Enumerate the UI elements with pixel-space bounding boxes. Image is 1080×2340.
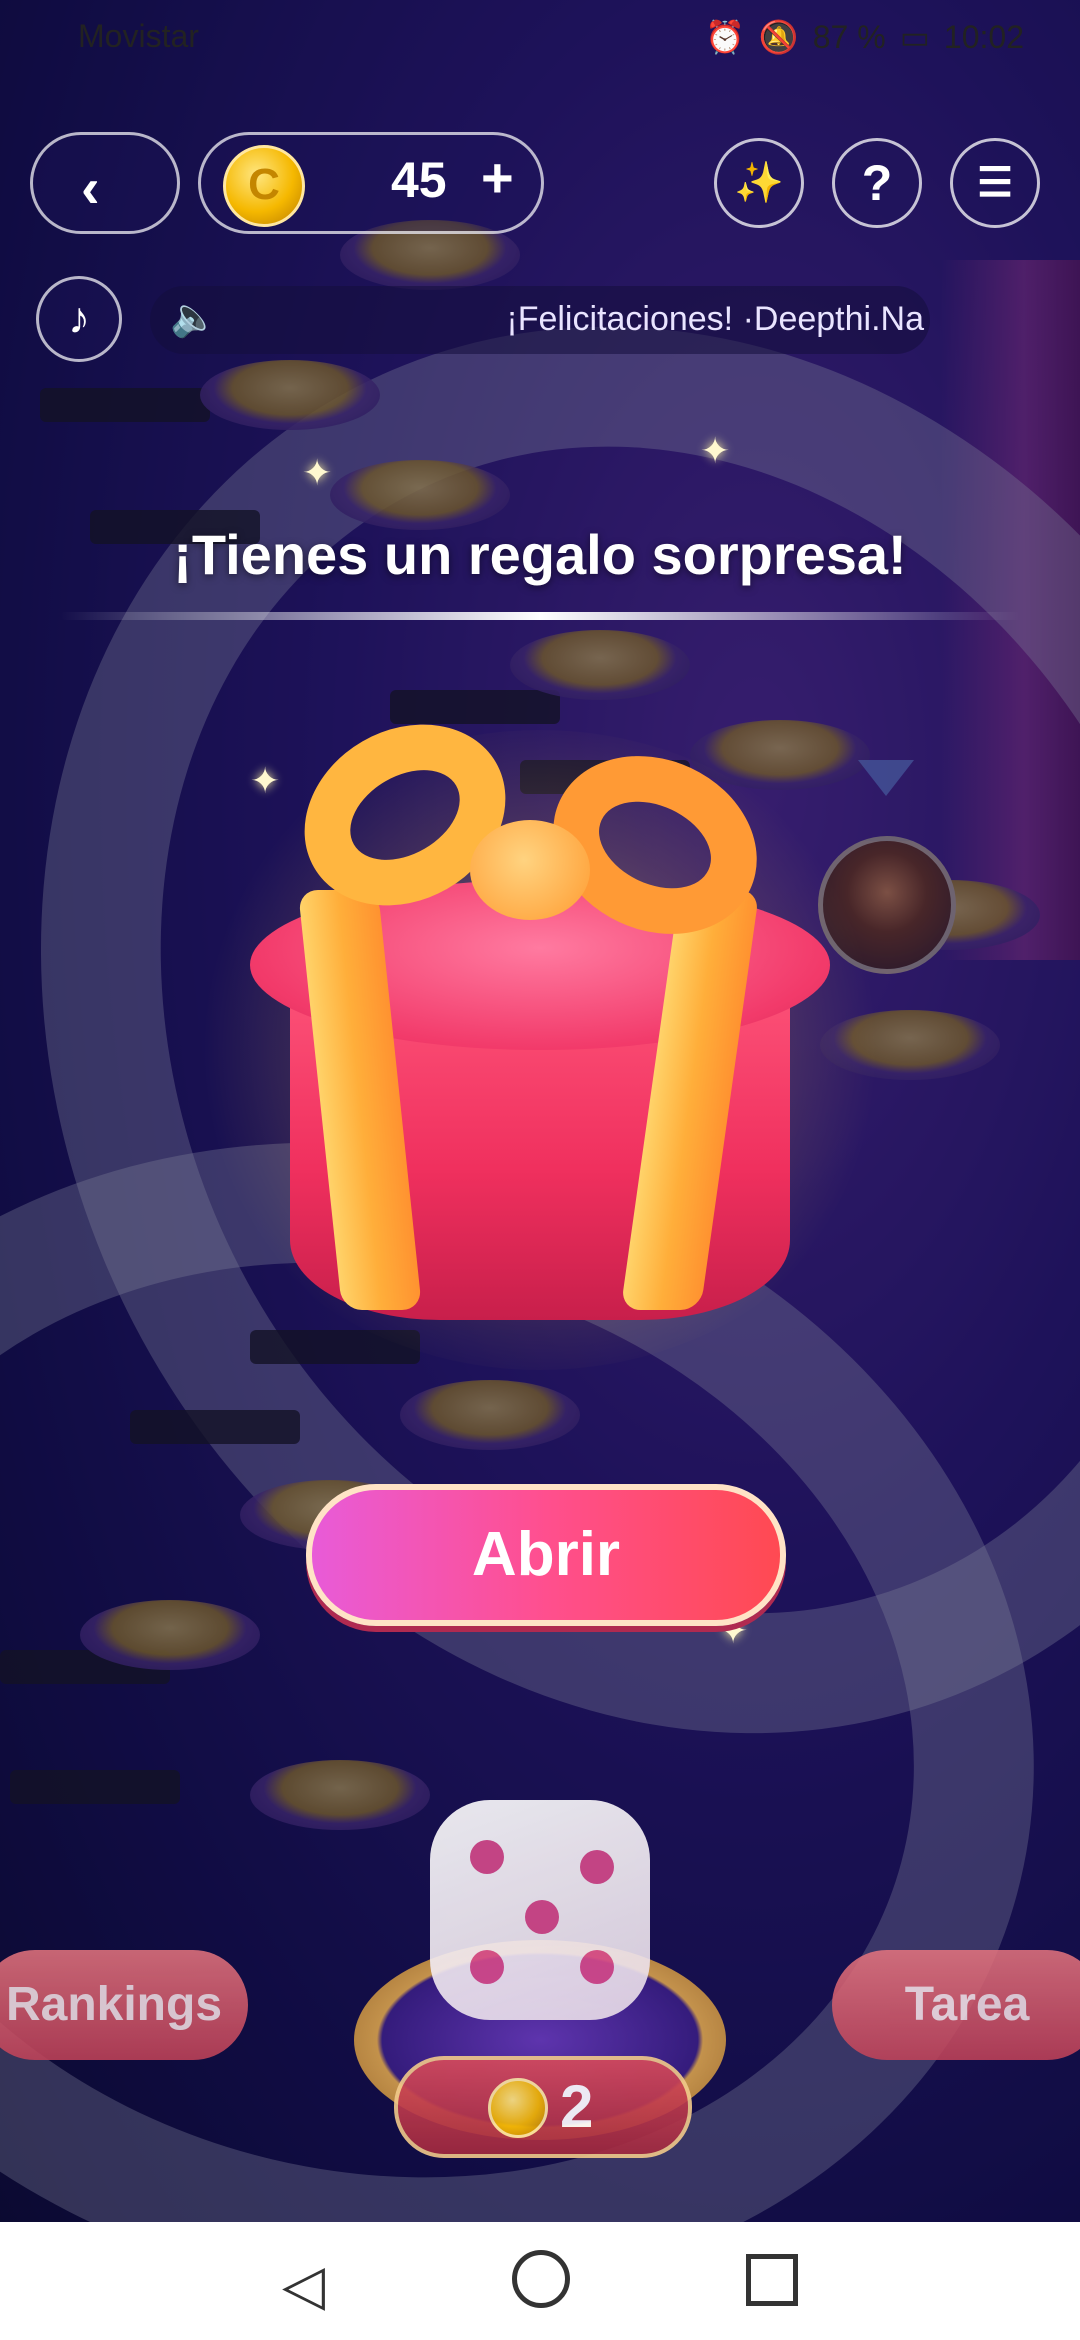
status-icons: ⏰ 🔕 87 % ▭ 10:02 bbox=[705, 18, 1024, 56]
chevron-left-icon: ‹ bbox=[81, 156, 100, 219]
sparkle-icon: ✦ bbox=[700, 430, 731, 471]
coin-icon bbox=[223, 145, 305, 227]
dice-pip bbox=[470, 1840, 504, 1874]
roll-cost[interactable]: 2 bbox=[394, 2056, 692, 2158]
gift-box-image bbox=[180, 688, 900, 1370]
ticker-message: ¡Felicitaciones! ·Deepthi.Na bbox=[506, 300, 924, 338]
coin-amount: 45 bbox=[391, 152, 447, 208]
popup-title: ¡Tienes un regalo sorpresa! bbox=[173, 523, 907, 586]
dice-pip bbox=[580, 1850, 614, 1884]
help-icon[interactable]: ? bbox=[832, 138, 922, 228]
dice-pip bbox=[470, 1950, 504, 1984]
history-icon[interactable]: ☰ bbox=[950, 138, 1040, 228]
coin-icon bbox=[488, 2078, 548, 2138]
music-note-icon[interactable]: ♪ bbox=[36, 276, 122, 362]
carrier-name: Movistar bbox=[78, 18, 199, 54]
nav-home-icon[interactable] bbox=[512, 2250, 570, 2308]
announcement-ticker: 🔈 ¡Felicitaciones! ·Deepthi.Na bbox=[150, 286, 930, 354]
dice-pip bbox=[525, 1900, 559, 1934]
roll-cost-value: 2 bbox=[560, 2073, 594, 2140]
task-button[interactable]: Tarea bbox=[832, 1950, 1080, 2060]
speaker-icon: 🔈 bbox=[170, 297, 218, 339]
battery-percent: 87 % bbox=[812, 18, 886, 55]
dice-icon[interactable] bbox=[430, 1800, 650, 2020]
nav-back-icon[interactable]: ◁ bbox=[282, 2252, 325, 2318]
title-divider bbox=[60, 612, 1020, 620]
status-bar: Movistar ⏰ 🔕 87 % ▭ 10:02 bbox=[0, 0, 1080, 72]
alarm-icon: ⏰ bbox=[705, 19, 745, 55]
system-nav-bar: ◁ bbox=[0, 2222, 1080, 2340]
nav-recents-icon[interactable] bbox=[746, 2254, 798, 2306]
back-button[interactable]: ‹ bbox=[30, 132, 180, 234]
add-coins-button[interactable]: + bbox=[481, 145, 514, 210]
magic-wand-icon[interactable]: ✨ bbox=[714, 138, 804, 228]
battery-icon: ▭ bbox=[899, 19, 930, 55]
dice-pip bbox=[580, 1950, 614, 1984]
sparkle-icon: ✦ bbox=[302, 452, 333, 493]
coin-balance[interactable]: 45 + bbox=[198, 132, 544, 234]
rankings-button[interactable]: Rankings bbox=[0, 1950, 248, 2060]
clock: 10:02 bbox=[943, 18, 1024, 55]
mute-icon: 🔕 bbox=[758, 19, 799, 55]
open-gift-button[interactable]: Abrir bbox=[306, 1484, 786, 1626]
gift-bow-knot bbox=[470, 820, 590, 920]
